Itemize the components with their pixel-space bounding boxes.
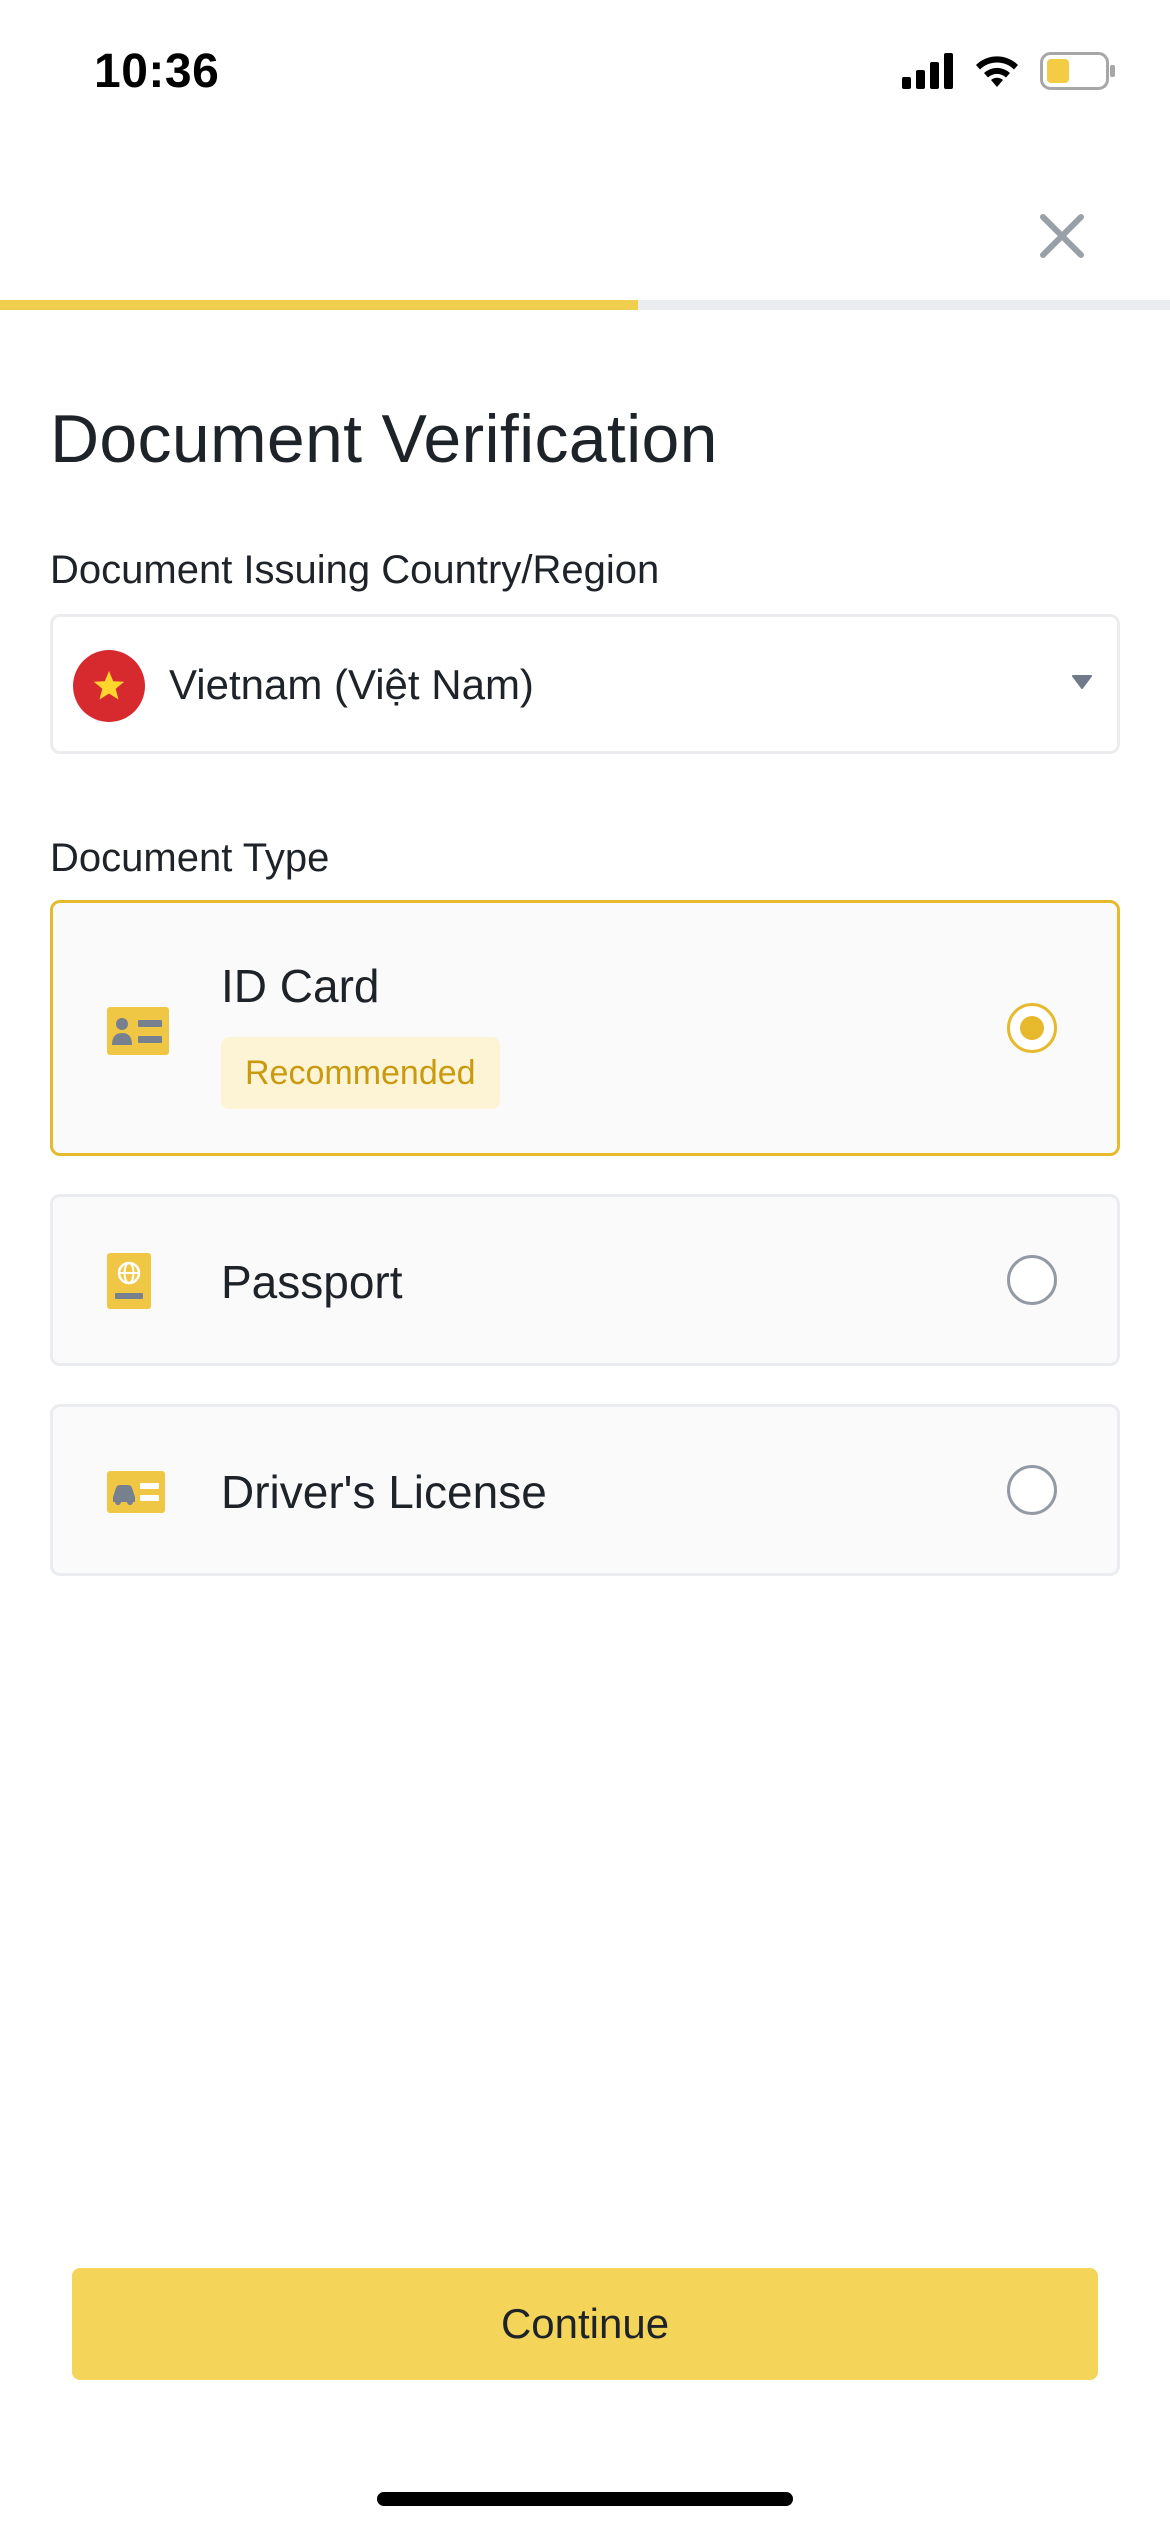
document-type-label: Document Type [50,836,330,880]
country-selected-value: Vietnam (Việt Nam) [169,661,534,708]
continue-button[interactable]: Continue [72,2268,1098,2380]
cellular-signal-icon [902,53,954,94]
wifi-icon [972,53,1022,94]
id-card-icon [107,1007,169,1060]
caret-down-icon [1071,674,1093,695]
home-indicator [377,2492,793,2506]
recommended-badge: Recommended [221,1037,500,1109]
battery-low-icon [1040,52,1116,95]
document-option-label: ID Card [221,960,380,1012]
status-time: 10:36 [94,45,220,98]
status-bar: 10:36 [0,0,1170,150]
vietnam-flag-icon [73,650,145,722]
drivers-license-icon [107,1471,165,1518]
passport-icon [107,1253,151,1314]
status-icons [902,52,1116,95]
radio-button[interactable] [1007,1255,1057,1305]
document-option-drivers-license[interactable]: Driver's License [50,1404,1120,1576]
country-select[interactable]: Vietnam (Việt Nam) [50,614,1120,754]
page-title: Document Verification [50,401,718,477]
country-label: Document Issuing Country/Region [50,548,660,592]
document-option-id-card[interactable]: ID Card Recommended [50,900,1120,1156]
radio-button-selected[interactable] [1007,1003,1057,1053]
close-button[interactable] [1030,206,1094,270]
radio-button[interactable] [1007,1465,1057,1515]
document-option-label: Driver's License [221,1466,547,1518]
progress-bar [0,300,1170,310]
radio-dot [1020,1016,1044,1040]
close-icon [1039,213,1085,264]
progress-bar-fill [0,300,638,310]
document-option-label: Passport [221,1256,403,1308]
document-option-passport[interactable]: Passport [50,1194,1120,1366]
document-verification-screen: 10:36 Document Verification Document Iss… [0,0,1170,2532]
